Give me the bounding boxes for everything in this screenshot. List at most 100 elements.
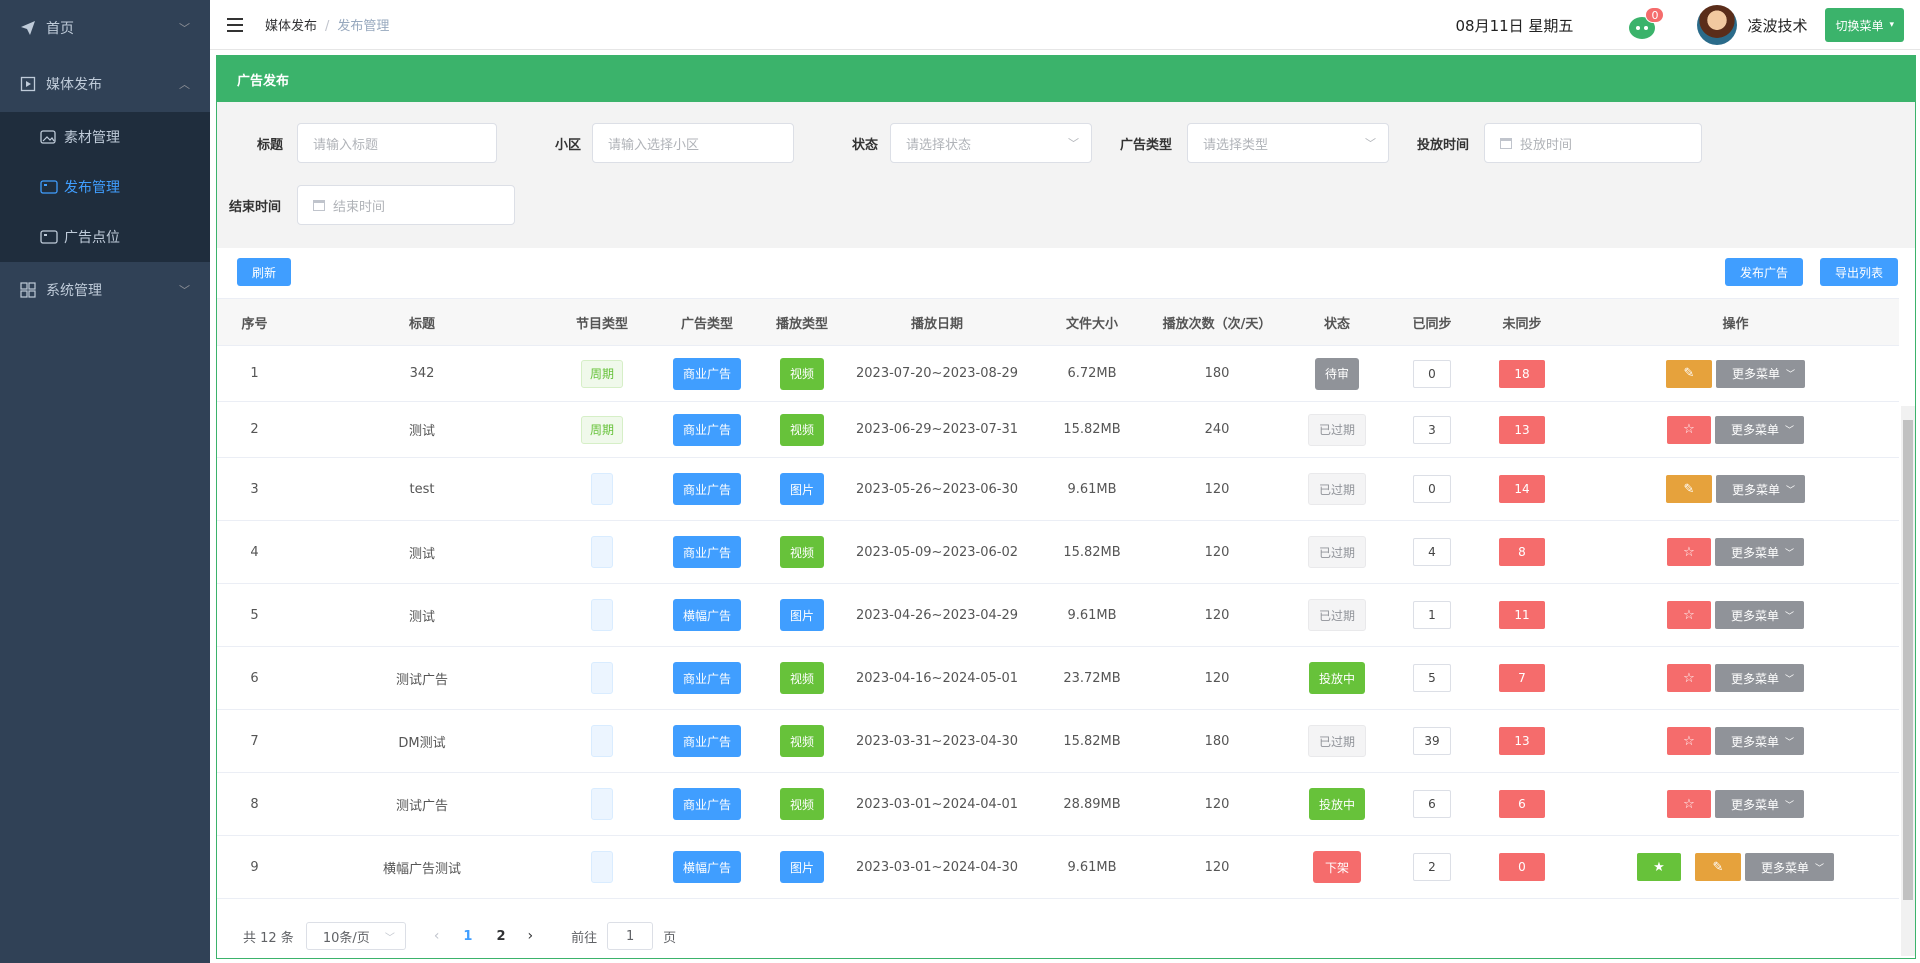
ad-type-tag: 商业广告 (672, 473, 741, 505)
username[interactable]: 凌波技术 (1747, 15, 1807, 36)
more-menu-button[interactable]: 更多菜单 ﹀ (1744, 853, 1835, 881)
sidebar-item-ad-spots[interactable]: 广告点位 (0, 212, 210, 262)
unsynced-count[interactable]: 14 (1499, 475, 1545, 503)
cell-date: 2023-03-31~2023-04-30 (856, 733, 1018, 749)
start-time-picker[interactable]: 投放时间 (1484, 123, 1702, 163)
scrollbar-thumb[interactable] (1903, 420, 1913, 900)
export-list-button[interactable]: 导出列表 (1820, 258, 1899, 286)
edit-button[interactable]: ✎ (1665, 359, 1712, 388)
cell-play-type: 视频 (762, 357, 842, 390)
chevron-down-icon: ﹀ (179, 284, 190, 297)
cell-no: 4 (250, 544, 259, 560)
favorite-button[interactable]: ☆ (1666, 601, 1711, 629)
favorite-button[interactable]: ☆ (1666, 727, 1711, 755)
sidebar-item-system[interactable]: 系统管理 ﹀ (0, 262, 210, 318)
sidebar-item-publish[interactable]: 发布管理 (0, 162, 210, 212)
unsynced-count[interactable]: 11 (1499, 601, 1545, 629)
favorite-button[interactable]: ★ (1636, 853, 1681, 881)
status-badge: 已过期 (1307, 599, 1366, 631)
avatar[interactable] (1697, 5, 1738, 45)
favorite-button[interactable]: ☆ (1666, 664, 1711, 692)
synced-count[interactable]: 4 (1413, 538, 1451, 566)
unsynced-count[interactable]: 13 (1499, 727, 1545, 755)
cell-program-type (552, 599, 652, 631)
goto-page-input[interactable]: 1 (607, 922, 654, 950)
cell-program-type (552, 473, 652, 505)
more-menu-button[interactable]: 更多菜单 ﹀ (1714, 538, 1805, 566)
breadcrumb-separator: / (325, 19, 330, 34)
calendar-icon (313, 199, 325, 211)
synced-count[interactable]: 5 (1413, 664, 1451, 692)
unsynced-count[interactable]: 0 (1499, 853, 1545, 881)
chevron-up-icon: ︿ (179, 78, 190, 91)
message-button[interactable]: 0 (1629, 7, 1665, 39)
page-number[interactable]: 2 (496, 929, 505, 944)
hamburger-icon[interactable] (227, 17, 243, 32)
status-select[interactable]: 请选择状态 ﹀ (890, 123, 1092, 163)
unsynced-count[interactable]: 13 (1499, 415, 1545, 444)
edit-icon: ✎ (1712, 859, 1724, 875)
unsynced-count[interactable]: 7 (1499, 664, 1545, 692)
more-menu-button[interactable]: 更多菜单 ﹀ (1714, 415, 1805, 444)
ad-type-tag: 商业广告 (672, 357, 741, 390)
more-menu-label: 更多菜单 (1731, 482, 1780, 497)
end-time-picker[interactable]: 结束时间 (297, 185, 515, 225)
more-menu-label: 更多菜单 (1730, 734, 1779, 749)
cell-date: 2023-04-26~2023-04-29 (856, 607, 1018, 623)
play-type-tag: 图片 (779, 473, 824, 505)
grid-icon (20, 282, 36, 298)
synced-count[interactable]: 0 (1413, 475, 1451, 503)
status-badge: 投放中 (1308, 788, 1365, 820)
more-menu-button[interactable]: 更多菜单 ﹀ (1714, 601, 1805, 629)
cell-synced: 6 (1392, 790, 1472, 818)
sidebar-item-media[interactable]: 媒体发布 ︿ (0, 56, 210, 112)
table-header: 序号 标题 节目类型 广告类型 播放类型 播放日期 文件大小 播放次数（次/天）… (217, 298, 1899, 346)
breadcrumb-item[interactable]: 媒体发布 (265, 19, 317, 34)
page-size-select[interactable]: 10条/页 ﹀ (305, 922, 406, 950)
ad-type-tag: 横幅广告 (672, 851, 741, 883)
filter-label-start-time: 投放时间 (1417, 138, 1470, 153)
synced-count[interactable]: 39 (1413, 727, 1451, 755)
more-menu-button[interactable]: 更多菜单 ﹀ (1715, 359, 1806, 388)
sidebar-item-material[interactable]: 素材管理 (0, 112, 210, 162)
unsynced-count[interactable]: 8 (1499, 538, 1545, 566)
more-menu-button[interactable]: 更多菜单 ﹀ (1714, 790, 1805, 818)
ad-type-select[interactable]: 请选择类型 ﹀ (1187, 123, 1389, 163)
play-type-tag: 视频 (779, 662, 824, 694)
cell-synced: 5 (1392, 664, 1472, 692)
cell-times: 120 (1204, 544, 1230, 560)
unsynced-count[interactable]: 6 (1499, 790, 1545, 818)
cell-operations: ☆ 更多菜单 ﹀ (1572, 727, 1899, 755)
start-time-placeholder: 投放时间 (1520, 137, 1573, 153)
prev-page-button[interactable]: ‹ (434, 928, 440, 944)
publish-ad-button[interactable]: 发布广告 (1725, 258, 1804, 286)
edit-button[interactable]: ✎ (1665, 475, 1712, 503)
cell-no: 7 (250, 733, 259, 749)
refresh-button[interactable]: 刷新 (237, 258, 292, 286)
community-input[interactable]: 请输入选择小区 (592, 123, 794, 163)
synced-count[interactable]: 1 (1413, 601, 1451, 629)
more-menu-button[interactable]: 更多菜单 ﹀ (1714, 727, 1805, 755)
cell-operations: ☆ 更多菜单 ﹀ (1572, 790, 1899, 818)
synced-count[interactable]: 6 (1413, 790, 1451, 818)
favorite-button[interactable]: ☆ (1666, 790, 1711, 818)
edit-button[interactable]: ✎ (1694, 853, 1741, 881)
synced-count[interactable]: 2 (1413, 853, 1451, 881)
unsynced-count[interactable]: 18 (1499, 359, 1545, 388)
title-input[interactable]: 请输入标题 (297, 123, 497, 163)
more-menu-button[interactable]: 更多菜单 ﹀ (1714, 664, 1805, 692)
favorite-button[interactable]: ☆ (1666, 538, 1711, 566)
next-page-button[interactable]: › (528, 928, 534, 944)
ad-type-tag: 商业广告 (672, 662, 741, 694)
table-scrollbar[interactable] (1901, 406, 1915, 956)
switch-menu-button[interactable]: 切换菜单 ▾ (1825, 8, 1904, 42)
favorite-button[interactable]: ☆ (1666, 415, 1711, 444)
synced-count[interactable]: 3 (1413, 415, 1451, 444)
synced-count[interactable]: 0 (1413, 359, 1451, 388)
cell-program-type (552, 788, 652, 820)
more-menu-button[interactable]: 更多菜单 ﹀ (1715, 475, 1806, 503)
page-number[interactable]: 1 (463, 929, 472, 944)
chevron-down-icon: ﹀ (1068, 137, 1079, 150)
media-icon (20, 76, 36, 92)
sidebar-item-home[interactable]: 首页 ﹀ (0, 0, 210, 56)
